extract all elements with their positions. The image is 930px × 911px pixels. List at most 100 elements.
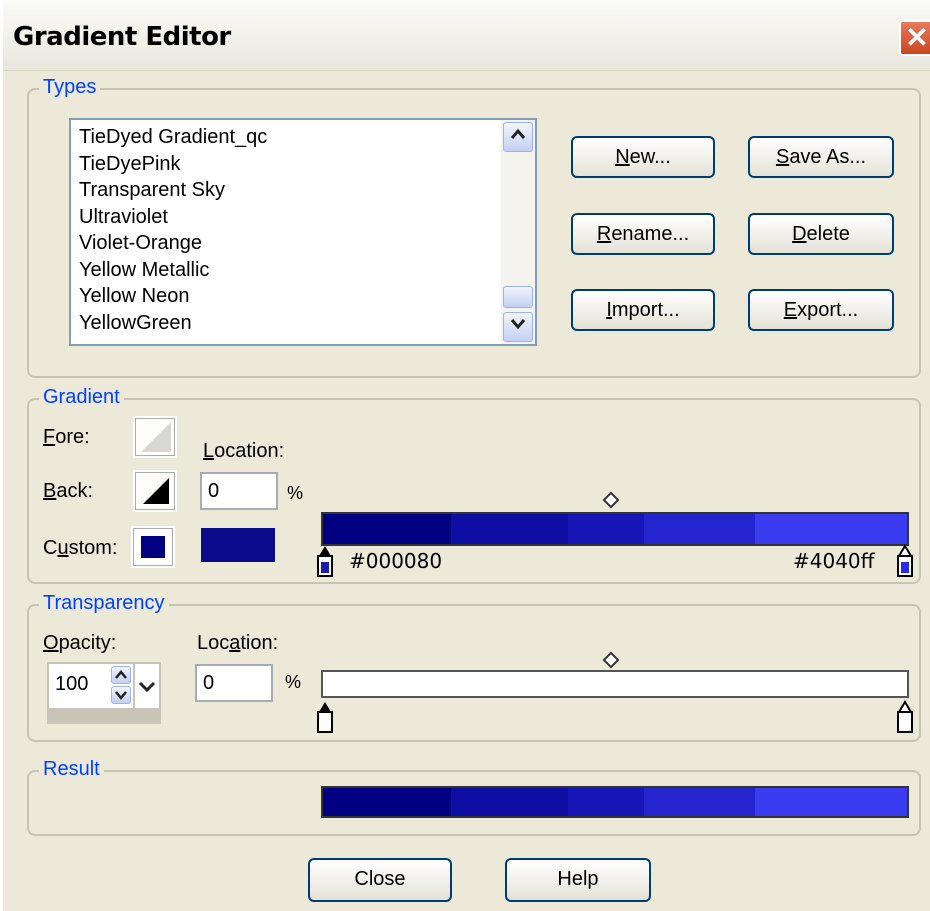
gradient-preview-bar[interactable] bbox=[321, 512, 909, 546]
list-item[interactable]: YellowGreen bbox=[79, 310, 267, 337]
window-title: Gradient Editor bbox=[13, 22, 231, 52]
opacity-right-stop-marker[interactable] bbox=[895, 700, 915, 734]
title-bar[interactable]: Gradient Editor ✕ bbox=[3, 0, 930, 71]
tlocation-mnemonic: a bbox=[229, 632, 241, 654]
gradient-location-label: Location: bbox=[203, 440, 284, 463]
transparency-location-input[interactable]: 0 bbox=[195, 664, 273, 702]
save-as-label: ave As... bbox=[789, 146, 867, 168]
transparency-location-label: Location: bbox=[197, 632, 278, 655]
result-group-label: Result bbox=[39, 758, 104, 781]
delete-label: elete bbox=[806, 223, 850, 245]
new-label: ew... bbox=[629, 146, 671, 168]
gradient-right-color-label: #4040ff bbox=[793, 549, 875, 573]
import-label: mport... bbox=[611, 299, 680, 321]
delete-mnemonic: D bbox=[792, 223, 807, 245]
new-mnemonic: N bbox=[615, 146, 630, 168]
scroll-thumb[interactable] bbox=[503, 286, 533, 308]
close-window-button[interactable]: ✕ bbox=[899, 20, 930, 56]
back-label: Back: bbox=[43, 480, 93, 503]
back-mnemonic: B bbox=[43, 480, 57, 502]
gradient-right-stop-marker[interactable] bbox=[895, 544, 915, 578]
transparency-percent-label: % bbox=[285, 672, 302, 692]
rename-button[interactable]: Rename... bbox=[571, 213, 715, 255]
fore-label: Fore: bbox=[43, 426, 90, 449]
gradient-band bbox=[451, 788, 569, 816]
save-as-button[interactable]: Save As... bbox=[748, 136, 894, 178]
close-icon: ✕ bbox=[905, 22, 929, 53]
rename-label: ename... bbox=[611, 223, 690, 245]
export-button[interactable]: Export... bbox=[748, 289, 894, 331]
gradient-band bbox=[755, 514, 907, 544]
chevron-down-icon bbox=[138, 681, 156, 693]
current-color-preview[interactable] bbox=[201, 528, 275, 562]
list-item[interactable]: TieDyePink bbox=[79, 151, 267, 178]
export-label: xport... bbox=[797, 299, 859, 321]
tlocation-pre: Loc bbox=[197, 632, 230, 654]
gradient-band bbox=[568, 514, 645, 544]
transparency-group-label: Transparency bbox=[39, 592, 169, 615]
list-items: TieDyed Gradient_qc TieDyePink Transpare… bbox=[79, 124, 267, 336]
opacity-spinner[interactable] bbox=[111, 664, 133, 708]
export-mnemonic: E bbox=[783, 299, 798, 321]
opacity-dropdown-button[interactable] bbox=[135, 664, 159, 708]
gradient-left-stop-marker[interactable] bbox=[315, 544, 335, 578]
tlocation-text: tion: bbox=[240, 632, 279, 654]
location-text: ocation: bbox=[214, 440, 285, 462]
scroll-down-button[interactable] bbox=[503, 312, 533, 342]
new-button[interactable]: New... bbox=[571, 136, 715, 178]
custom-text-pre: C bbox=[43, 537, 58, 559]
custom-label: Custom: bbox=[43, 537, 117, 560]
gradient-location-input[interactable]: 0 bbox=[200, 472, 278, 510]
types-group-label: Types bbox=[39, 76, 101, 99]
list-item[interactable]: Ultraviolet bbox=[79, 204, 267, 231]
opacity-label: Opacity: bbox=[43, 632, 116, 655]
list-item[interactable]: TieDyed Gradient_qc bbox=[79, 124, 267, 151]
chevron-down-icon bbox=[510, 319, 526, 330]
gradient-band bbox=[323, 788, 452, 816]
gradient-band bbox=[568, 788, 645, 816]
opacity-text: pacity: bbox=[58, 632, 117, 654]
fore-color-swatch[interactable] bbox=[133, 416, 177, 458]
gradient-left-color-label: #000080 bbox=[349, 549, 443, 573]
gradient-band bbox=[451, 514, 569, 544]
list-item[interactable]: Transparent Sky bbox=[79, 177, 267, 204]
list-item[interactable]: Yellow Metallic bbox=[79, 257, 267, 284]
fore-mnemonic: F bbox=[43, 426, 56, 448]
gradient-editor-window: Gradient Editor ✕ Types TieDyed Gradient… bbox=[0, 0, 930, 911]
opacity-left-stop-marker[interactable] bbox=[315, 700, 335, 734]
gradient-percent-label: % bbox=[287, 483, 304, 503]
gradient-band bbox=[644, 788, 756, 816]
close-button[interactable]: Close bbox=[308, 858, 452, 902]
opacity-stepper[interactable]: 100 bbox=[47, 662, 161, 724]
scroll-up-button[interactable] bbox=[503, 122, 533, 152]
list-item[interactable]: Violet-Orange bbox=[79, 230, 267, 257]
back-color-swatch[interactable] bbox=[133, 470, 177, 512]
rename-mnemonic: R bbox=[596, 223, 612, 245]
gradient-group-label: Gradient bbox=[39, 386, 124, 409]
gradient-band bbox=[755, 788, 907, 816]
spin-up-button[interactable] bbox=[111, 666, 131, 684]
result-preview-bar bbox=[321, 786, 909, 818]
spin-down-button[interactable] bbox=[111, 686, 131, 704]
gradient-types-listbox[interactable]: TieDyed Gradient_qc TieDyePink Transpare… bbox=[69, 118, 537, 346]
list-item[interactable]: Yellow Neon bbox=[79, 283, 267, 310]
delete-button[interactable]: Delete bbox=[748, 213, 894, 255]
vertical-scrollbar[interactable] bbox=[501, 120, 535, 344]
fore-swatch-icon bbox=[141, 422, 171, 452]
spin-up-icon bbox=[115, 670, 127, 679]
opacity-input[interactable]: 100 bbox=[49, 664, 111, 708]
help-button[interactable]: Help bbox=[505, 858, 651, 902]
custom-text: stom: bbox=[68, 537, 118, 559]
import-button[interactable]: Import... bbox=[571, 289, 715, 331]
gradient-band bbox=[644, 514, 756, 544]
custom-color-fill bbox=[141, 536, 165, 558]
custom-mnemonic: u bbox=[57, 537, 69, 559]
chevron-up-icon bbox=[510, 128, 526, 139]
location-mnemonic: L bbox=[203, 440, 215, 462]
spin-down-icon bbox=[115, 691, 127, 700]
fore-text: ore: bbox=[55, 426, 90, 448]
transparency-preview-bar[interactable] bbox=[321, 670, 909, 698]
back-swatch-icon bbox=[143, 478, 169, 504]
custom-color-swatch[interactable] bbox=[131, 526, 175, 568]
save-as-mnemonic: S bbox=[775, 146, 790, 168]
